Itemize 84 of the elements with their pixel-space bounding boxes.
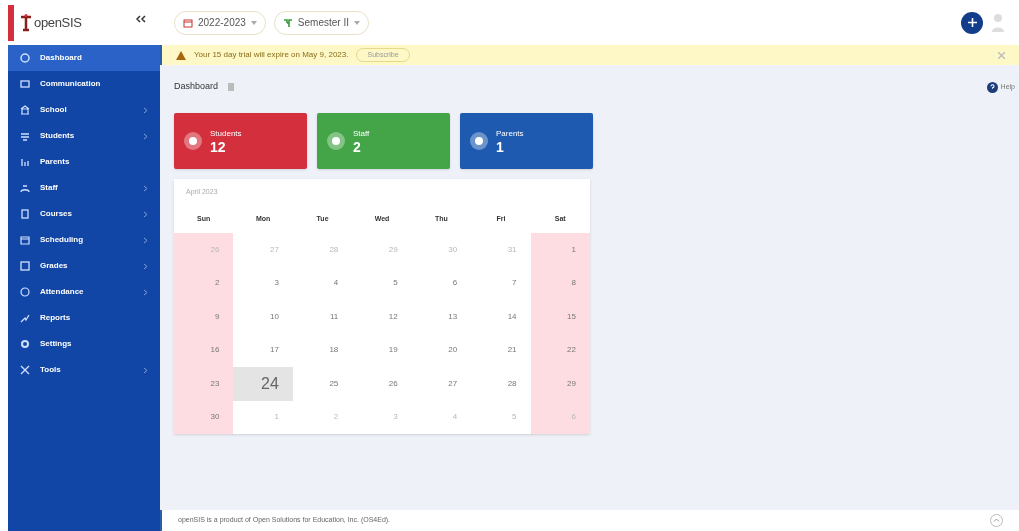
day-cell[interactable]: 23 [174, 367, 234, 401]
card-label: Staff [353, 127, 370, 140]
circle-icon [327, 132, 345, 150]
stat-card[interactable]: Parents 1 [460, 113, 593, 169]
sidebar-item[interactable]: School [8, 97, 160, 123]
collapse-toggle[interactable] [136, 14, 146, 24]
day-cell[interactable]: 15 [530, 300, 590, 334]
sidebar-item[interactable]: Reports [8, 305, 160, 331]
day-cell[interactable]: 2 [174, 266, 234, 300]
trial-message: Your 15 day trial will expire on May 9, 2023. [194, 49, 349, 61]
day-cell[interactable]: 26 [352, 367, 412, 401]
day-cell[interactable]: 27 [411, 367, 472, 401]
building-icon [20, 105, 30, 115]
day-cell[interactable]: 11 [292, 300, 353, 334]
sidebar-item[interactable]: Communication [8, 71, 160, 97]
day-cell[interactable]: 14 [471, 300, 531, 334]
circle-icon [184, 132, 202, 150]
bars-icon [20, 157, 30, 167]
day-cell[interactable]: 1 [530, 233, 590, 267]
card-label: Parents [496, 127, 524, 140]
day-cell[interactable]: 17 [233, 333, 293, 367]
sidebar-item[interactable]: Attendance [8, 279, 160, 305]
stat-card[interactable]: Staff 2 [317, 113, 450, 169]
logo-text: openSIS [34, 13, 82, 32]
sidebar-item[interactable]: Settings [8, 331, 160, 357]
chart-icon [20, 313, 30, 323]
sidebar-item[interactable]: Tools [8, 357, 160, 383]
day-cell[interactable]: 20 [411, 333, 472, 367]
calendar-icon [20, 235, 30, 245]
day-cell[interactable]: 25 [292, 367, 353, 401]
chevron-right-icon [143, 236, 148, 244]
sidebar-item[interactable]: Dashboard [8, 45, 160, 71]
logo-stripe [8, 4, 14, 41]
card-count: 2 [353, 139, 362, 155]
chevron-right-icon [143, 132, 148, 140]
warning-icon [176, 50, 186, 60]
sidebar-item[interactable]: Courses [8, 201, 160, 227]
day-cell[interactable]: 18 [292, 333, 353, 367]
day-cell[interactable]: 16 [174, 333, 234, 367]
sidebar-item[interactable]: Staff [8, 175, 160, 201]
card-count: 1 [496, 139, 505, 155]
double-arrow-icon [136, 14, 146, 24]
day-cell[interactable]: 5 [352, 266, 412, 300]
day-cell[interactable]: 30 [174, 400, 234, 434]
logo-icon [20, 13, 32, 32]
day-cell[interactable]: 3 [233, 266, 293, 300]
card-count: 12 [210, 139, 227, 155]
chevron-right-icon [143, 106, 148, 114]
stat-card[interactable]: Students 12 [174, 113, 307, 169]
day-cell[interactable]: 12 [352, 300, 412, 334]
sidebar-item[interactable]: Students [8, 123, 160, 149]
help-icon[interactable] [986, 81, 998, 93]
card-label: Students [210, 127, 242, 140]
day-cell[interactable]: 4 [292, 266, 353, 300]
day-cell[interactable]: 24 [233, 367, 293, 401]
sidebar-item[interactable]: Parents [8, 149, 160, 175]
document-icon [228, 83, 235, 91]
day-cell[interactable]: 29 [530, 367, 590, 401]
chevron-right-icon [143, 262, 148, 270]
calendar-icon [183, 17, 193, 28]
day-cell[interactable]: 22 [530, 333, 590, 367]
caret-icon [250, 20, 257, 25]
branch-icon [282, 17, 293, 28]
day-cell[interactable]: 8 [530, 266, 590, 300]
circle-icon [470, 132, 488, 150]
chevron-right-icon [143, 366, 148, 374]
day-cell[interactable]: 13 [411, 300, 472, 334]
chevron-right-icon [143, 184, 148, 192]
caret-icon [353, 20, 360, 25]
sidebar-item[interactable]: Scheduling [8, 227, 160, 253]
plus-icon [967, 18, 977, 27]
list-icon [20, 131, 30, 141]
chevron-right-icon [143, 210, 148, 218]
day-cell[interactable]: 10 [233, 300, 293, 334]
day-cell[interactable]: 19 [352, 333, 412, 367]
day-cell[interactable]: 9 [174, 300, 234, 334]
day-cell[interactable]: 6 [411, 266, 472, 300]
add-button[interactable] [961, 11, 983, 34]
day-cell[interactable]: 28 [471, 367, 531, 401]
sidebar-item[interactable]: Grades [8, 253, 160, 279]
page-title: Dashboard [174, 80, 219, 94]
day-cell[interactable]: 7 [471, 266, 531, 300]
chevron-right-icon [143, 288, 148, 296]
day-cell[interactable]: 21 [471, 333, 531, 367]
